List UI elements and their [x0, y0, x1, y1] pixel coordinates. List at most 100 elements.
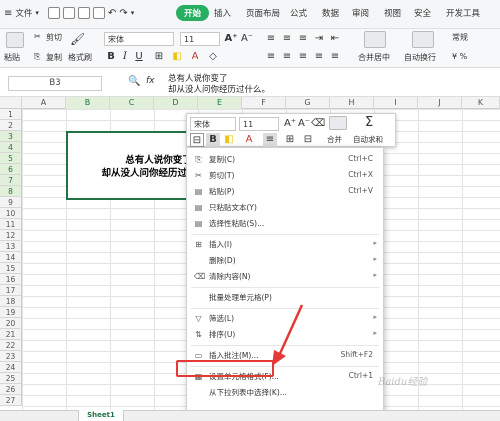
- border-icon[interactable]: ⊞: [283, 133, 297, 147]
- menu-item-copy[interactable]: ⎘ 复制(C) Ctrl+C: [187, 152, 383, 167]
- undo-icon[interactable]: ↶: [108, 8, 116, 19]
- row-header[interactable]: 20: [0, 318, 22, 329]
- increase-font-icon[interactable]: A⁺: [224, 32, 238, 46]
- format-brush-icon[interactable]: ⊟: [190, 133, 204, 147]
- menu-item-paste-special[interactable]: ▤ 选择性粘贴(S)...: [187, 216, 383, 231]
- save-icon[interactable]: [47, 7, 60, 19]
- redo-icon[interactable]: ↷: [119, 8, 127, 19]
- row-header[interactable]: 23: [0, 351, 22, 362]
- row-header[interactable]: 3: [0, 131, 22, 142]
- indent-icon[interactable]: ⇥: [312, 32, 326, 46]
- wrap-text-icon[interactable]: [412, 31, 434, 48]
- menu-item-paste-text-only[interactable]: ▤ 只粘贴文本(Y): [187, 200, 383, 215]
- select-all-corner[interactable]: [0, 97, 22, 109]
- row-header[interactable]: 7: [0, 175, 22, 186]
- decrease-font-icon[interactable]: A⁻: [297, 117, 311, 131]
- copy-icon[interactable]: ⎘: [34, 52, 40, 62]
- decrease-font-icon[interactable]: A⁻: [240, 32, 254, 46]
- row-header[interactable]: 24: [0, 362, 22, 373]
- underline-icon[interactable]: U: [132, 50, 146, 64]
- row-header[interactable]: 21: [0, 329, 22, 340]
- justify-icon[interactable]: ≡: [312, 50, 326, 64]
- print-icon[interactable]: [77, 7, 90, 19]
- clear-format-icon[interactable]: ◇: [206, 50, 220, 64]
- font-color-icon[interactable]: A: [242, 133, 256, 147]
- delete-icon[interactable]: ⊟: [301, 133, 315, 147]
- sheet-tab[interactable]: Sheet1: [78, 410, 124, 421]
- merge-center-button[interactable]: 合并居中: [358, 52, 390, 63]
- row-header[interactable]: 19: [0, 307, 22, 318]
- menu-item-paste[interactable]: ▤ 粘贴(P) Ctrl+V: [187, 184, 383, 199]
- row-header[interactable]: 14: [0, 252, 22, 263]
- column-header[interactable]: F: [242, 97, 286, 109]
- row-header[interactable]: 13: [0, 241, 22, 252]
- row-header[interactable]: 4: [0, 142, 22, 153]
- fill-color-icon[interactable]: ◧: [170, 50, 184, 64]
- row-header[interactable]: 1: [0, 109, 22, 120]
- mini-font-name-select[interactable]: 宋体: [190, 117, 236, 131]
- column-header[interactable]: H: [330, 97, 374, 109]
- scissors-icon[interactable]: ✂: [34, 32, 41, 41]
- column-header[interactable]: I: [374, 97, 418, 109]
- align-center-icon[interactable]: ≡: [263, 133, 277, 147]
- tab-home[interactable]: 开始: [176, 5, 210, 21]
- italic-icon[interactable]: I: [118, 50, 132, 64]
- dropdown-icon[interactable]: ▾: [35, 9, 39, 17]
- row-header[interactable]: 16: [0, 274, 22, 285]
- align-center-icon[interactable]: ≡: [280, 50, 294, 64]
- mini-merge-button[interactable]: 合并: [327, 134, 342, 145]
- row-header[interactable]: 8: [0, 186, 22, 197]
- column-header[interactable]: J: [418, 97, 462, 109]
- font-color-icon[interactable]: A: [188, 50, 202, 64]
- font-size-select[interactable]: 11: [180, 32, 220, 46]
- currency-icon[interactable]: ¥ %: [452, 52, 467, 61]
- row-header[interactable]: 27: [0, 395, 22, 406]
- tab-developer[interactable]: 开发工具: [446, 7, 480, 19]
- format-painter-icon[interactable]: 🖌: [70, 32, 85, 46]
- copy-button[interactable]: 复制: [46, 52, 62, 63]
- row-header[interactable]: 10: [0, 208, 22, 219]
- column-header[interactable]: D: [154, 97, 198, 109]
- column-header[interactable]: B: [66, 97, 110, 109]
- font-name-select[interactable]: 宋体: [104, 32, 174, 46]
- column-header[interactable]: C: [110, 97, 154, 109]
- format-painter-button[interactable]: 格式刷: [68, 52, 92, 63]
- border-icon[interactable]: ⊞: [152, 50, 166, 64]
- row-header[interactable]: 18: [0, 296, 22, 307]
- merge-center-icon[interactable]: [364, 31, 386, 48]
- row-header[interactable]: 22: [0, 340, 22, 351]
- zoom-icon[interactable]: 🔍: [128, 76, 140, 87]
- align-right-icon[interactable]: ≡: [296, 50, 310, 64]
- column-header[interactable]: A: [22, 97, 66, 109]
- mini-bold-button[interactable]: B: [206, 133, 220, 147]
- file-menu[interactable]: 文件: [15, 7, 32, 19]
- tab-page-layout[interactable]: 页面布局: [246, 7, 280, 19]
- row-header[interactable]: 2: [0, 120, 22, 131]
- tab-insert[interactable]: 插入: [214, 7, 231, 19]
- merge-icon[interactable]: [329, 116, 347, 130]
- column-header[interactable]: K: [462, 97, 500, 109]
- menu-icon[interactable]: ≡: [4, 8, 12, 19]
- column-header[interactable]: G: [286, 97, 330, 109]
- row-header[interactable]: 26: [0, 384, 22, 395]
- align-middle-icon[interactable]: ≡: [280, 32, 294, 46]
- number-format-select[interactable]: 常规: [452, 32, 468, 43]
- print-preview-icon[interactable]: [92, 7, 105, 19]
- export-pdf-icon[interactable]: [62, 7, 75, 19]
- tab-view[interactable]: 视图: [384, 7, 401, 19]
- format-painter-icon[interactable]: ⌫: [311, 117, 325, 131]
- row-header[interactable]: 5: [0, 153, 22, 164]
- row-header[interactable]: 9: [0, 197, 22, 208]
- increase-font-icon[interactable]: A⁺: [283, 117, 297, 131]
- column-header[interactable]: E: [198, 97, 242, 109]
- align-left-icon[interactable]: ≡: [264, 50, 278, 64]
- menu-item-cut[interactable]: ✂ 剪切(T) Ctrl+X: [187, 168, 383, 183]
- tab-security[interactable]: 安全: [414, 7, 431, 19]
- menu-item-pick-from-dropdown[interactable]: 从下拉列表中选择(K)...: [187, 385, 383, 400]
- paste-icon[interactable]: [6, 32, 24, 48]
- align-bottom-icon[interactable]: ≡: [296, 32, 310, 46]
- name-box[interactable]: B3: [8, 76, 102, 91]
- tab-data[interactable]: 数据: [322, 7, 339, 19]
- tab-review[interactable]: 审阅: [352, 7, 369, 19]
- paste-button[interactable]: 粘贴: [4, 52, 20, 63]
